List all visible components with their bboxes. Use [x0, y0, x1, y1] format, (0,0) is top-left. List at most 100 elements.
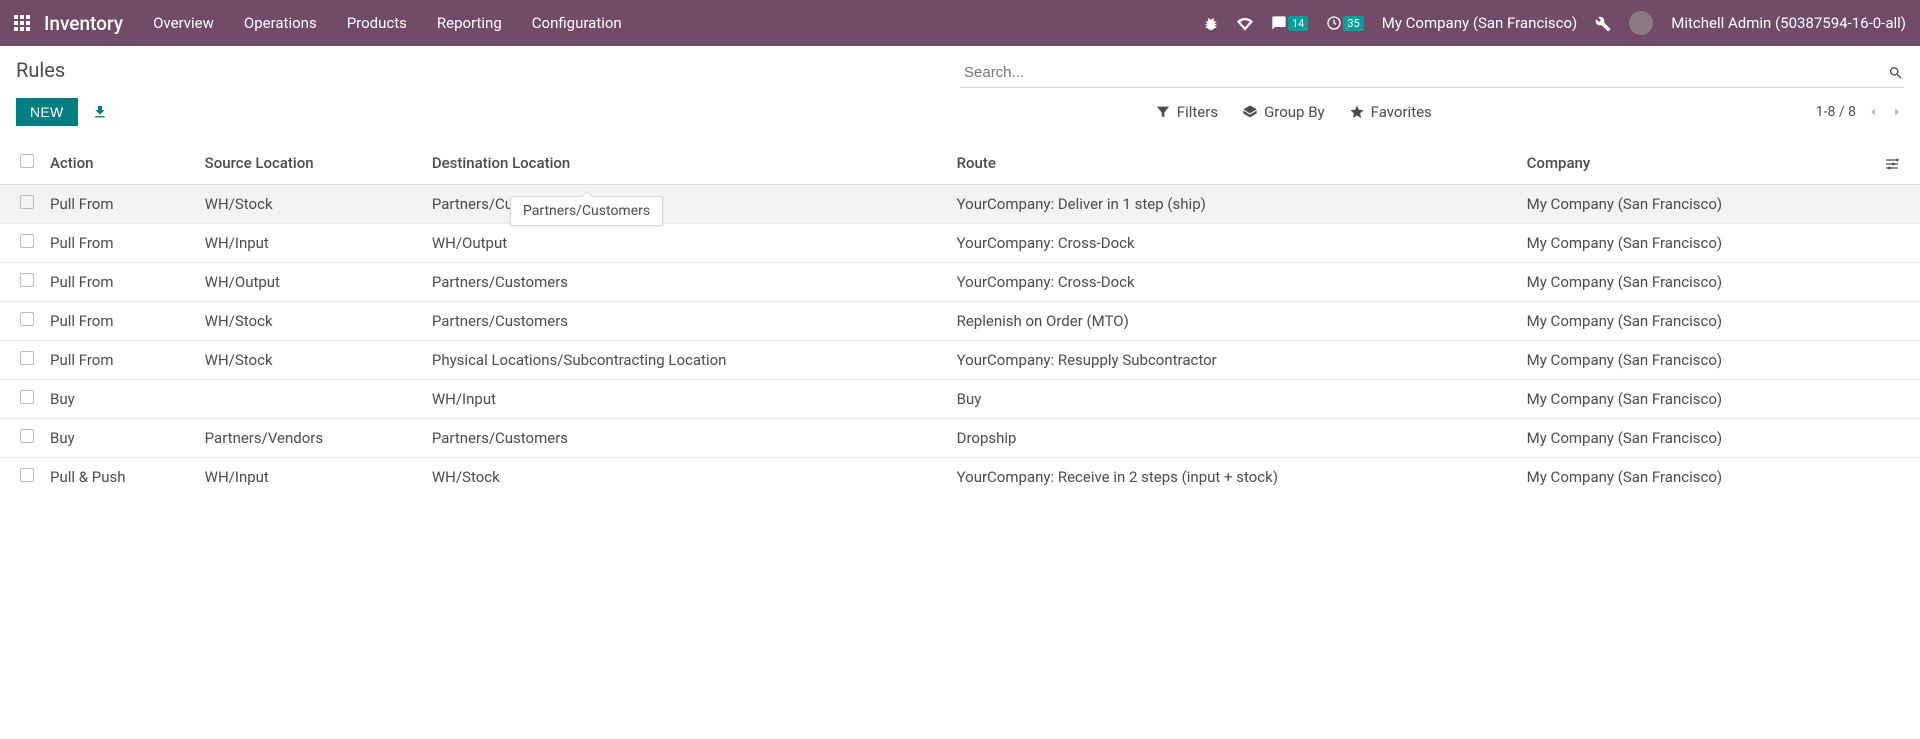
row-checkbox[interactable]: [20, 273, 34, 287]
col-destination[interactable]: Destination Location: [424, 140, 949, 185]
cell-source: WH/Input: [197, 458, 424, 497]
cell-company: My Company (San Francisco): [1519, 185, 1876, 224]
nav-overview[interactable]: Overview: [153, 14, 214, 32]
tools-icon[interactable]: [1595, 14, 1611, 32]
cell-source: [197, 380, 424, 419]
cell-route: YourCompany: Resupply Subcontractor: [949, 341, 1519, 380]
cell-action: Pull From: [42, 185, 197, 224]
cell-route: YourCompany: Receive in 2 steps (input +…: [949, 458, 1519, 497]
nav-reporting[interactable]: Reporting: [437, 14, 502, 32]
filter-icon: [1155, 104, 1171, 120]
pager-prev-icon[interactable]: [1866, 105, 1880, 119]
cell-route: Dropship: [949, 419, 1519, 458]
cell-action: Pull From: [42, 224, 197, 263]
cell-destination: WH/Stock: [424, 458, 949, 497]
table-row[interactable]: Buy WH/Input Buy My Company (San Francis…: [0, 380, 1920, 419]
pager-next-icon[interactable]: [1890, 105, 1904, 119]
cell-source: WH/Stock: [197, 302, 424, 341]
search-input[interactable]: [960, 58, 1888, 87]
col-action[interactable]: Action: [42, 140, 197, 185]
table-row[interactable]: Pull From WH/Input WH/Output YourCompany…: [0, 224, 1920, 263]
cell-company: My Company (San Francisco): [1519, 380, 1876, 419]
col-company[interactable]: Company: [1519, 140, 1876, 185]
pager-text[interactable]: 1-8 / 8: [1816, 104, 1856, 120]
groupby-button[interactable]: Group By: [1242, 103, 1325, 121]
cell-company: My Company (San Francisco): [1519, 224, 1876, 263]
cell-destination: WH/Input: [424, 380, 949, 419]
cell-action: Buy: [42, 419, 197, 458]
user-name[interactable]: Mitchell Admin (50387594-16-0-all): [1671, 14, 1906, 32]
nav-operations[interactable]: Operations: [244, 14, 317, 32]
cell-destination: Physical Locations/Subcontracting Locati…: [424, 341, 949, 380]
search-icon[interactable]: [1888, 65, 1904, 81]
rules-table: Action Source Location Destination Locat…: [0, 140, 1920, 496]
cell-action: Pull From: [42, 263, 197, 302]
optional-fields-icon[interactable]: [1884, 156, 1900, 172]
activities-icon[interactable]: 35: [1326, 15, 1363, 31]
avatar[interactable]: [1629, 11, 1653, 35]
filters-button[interactable]: Filters: [1155, 103, 1218, 121]
cell-action: Buy: [42, 380, 197, 419]
row-checkbox[interactable]: [20, 312, 34, 326]
table-row[interactable]: Pull From WH/Output Partners/Customers Y…: [0, 263, 1920, 302]
wifi-icon[interactable]: [1237, 14, 1253, 32]
row-checkbox[interactable]: [20, 468, 34, 482]
page-title: Rules: [16, 58, 65, 82]
row-checkbox[interactable]: [20, 390, 34, 404]
row-checkbox[interactable]: [20, 195, 34, 209]
star-icon: [1349, 104, 1365, 120]
control-panel: Rules NEW Filters Group By Favorites: [0, 46, 1920, 136]
messages-badge: 14: [1288, 16, 1308, 31]
activities-badge: 35: [1343, 16, 1363, 31]
cell-destination: Partners/Customers: [424, 185, 949, 224]
cell-company: My Company (San Francisco): [1519, 419, 1876, 458]
cell-route: YourCompany: Deliver in 1 step (ship): [949, 185, 1519, 224]
cell-source: WH/Stock: [197, 185, 424, 224]
search-bar[interactable]: [960, 58, 1904, 88]
table-row[interactable]: Pull From WH/Stock Physical Locations/Su…: [0, 341, 1920, 380]
bug-icon[interactable]: [1203, 14, 1219, 32]
cell-destination: Partners/Customers: [424, 419, 949, 458]
cell-company: My Company (San Francisco): [1519, 341, 1876, 380]
app-name[interactable]: Inventory: [44, 12, 123, 35]
col-route[interactable]: Route: [949, 140, 1519, 185]
cell-destination: WH/Output: [424, 224, 949, 263]
nav-products[interactable]: Products: [347, 14, 407, 32]
cell-source: WH/Input: [197, 224, 424, 263]
cell-action: Pull & Push: [42, 458, 197, 497]
cell-route: Replenish on Order (MTO): [949, 302, 1519, 341]
layers-icon: [1242, 104, 1258, 120]
cell-source: Partners/Vendors: [197, 419, 424, 458]
company-switcher[interactable]: My Company (San Francisco): [1382, 14, 1577, 32]
table-row[interactable]: Pull & Push WH/Input WH/Stock YourCompan…: [0, 458, 1920, 497]
cell-source: WH/Stock: [197, 341, 424, 380]
tooltip: Partners/Customers: [510, 196, 663, 226]
cell-source: WH/Output: [197, 263, 424, 302]
cell-route: YourCompany: Cross-Dock: [949, 263, 1519, 302]
navbar: Inventory Overview Operations Products R…: [0, 0, 1920, 46]
table-row[interactable]: Pull From WH/Stock Partners/Customers Re…: [0, 302, 1920, 341]
row-checkbox[interactable]: [20, 351, 34, 365]
cell-route: Buy: [949, 380, 1519, 419]
nav-configuration[interactable]: Configuration: [532, 14, 622, 32]
messages-icon[interactable]: 14: [1271, 15, 1308, 31]
download-icon[interactable]: [92, 104, 108, 120]
table-row[interactable]: Buy Partners/Vendors Partners/Customers …: [0, 419, 1920, 458]
cell-destination: Partners/Customers: [424, 263, 949, 302]
row-checkbox[interactable]: [20, 234, 34, 248]
favorites-button[interactable]: Favorites: [1349, 103, 1432, 121]
col-source[interactable]: Source Location: [197, 140, 424, 185]
new-button[interactable]: NEW: [16, 98, 78, 126]
table-row[interactable]: Pull From WH/Stock Partners/Customers Yo…: [0, 185, 1920, 224]
cell-action: Pull From: [42, 302, 197, 341]
cell-company: My Company (San Francisco): [1519, 458, 1876, 497]
row-checkbox[interactable]: [20, 429, 34, 443]
nav-links: Overview Operations Products Reporting C…: [153, 14, 622, 32]
cell-destination: Partners/Customers: [424, 302, 949, 341]
select-all-checkbox[interactable]: [20, 154, 34, 168]
cell-action: Pull From: [42, 341, 197, 380]
cell-company: My Company (San Francisco): [1519, 302, 1876, 341]
apps-icon[interactable]: [14, 15, 30, 31]
cell-route: YourCompany: Cross-Dock: [949, 224, 1519, 263]
cell-company: My Company (San Francisco): [1519, 263, 1876, 302]
